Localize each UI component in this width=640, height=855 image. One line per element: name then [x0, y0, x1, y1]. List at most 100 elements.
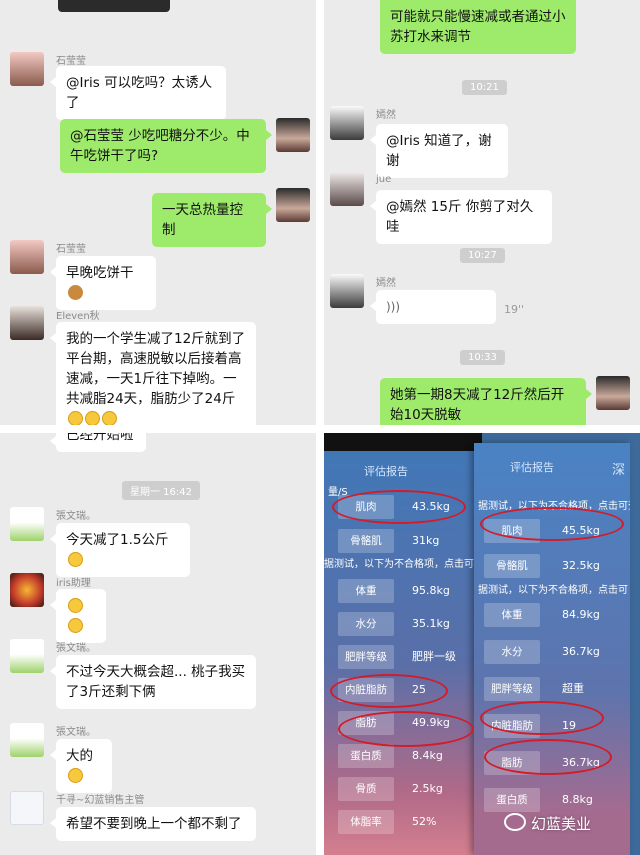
avatar[interactable] [330, 172, 364, 206]
status-bar [324, 433, 482, 451]
laughing-emoji-icon [68, 411, 83, 425]
avatar[interactable] [10, 240, 44, 274]
watermark-text: 幻蓝美业 [531, 815, 592, 833]
metric-label: 骨骼肌 [338, 529, 394, 553]
report-note: 据测试，以下为不合格项，点击可 [324, 559, 474, 570]
sender-name: 張文瑞。 [56, 511, 96, 522]
message-bubble[interactable]: 她第一期8天减了12斤然后开始10天脱敏 [380, 378, 592, 425]
report-note: 据测试，以下为不合格项，点击可 [478, 585, 628, 596]
sender-name: 石莹莹 [56, 56, 86, 67]
message-bubble[interactable]: 今天减了1.5公斤 [50, 523, 190, 577]
sender-name: 嫣然 [376, 278, 396, 289]
message-bubble[interactable]: 已经开始啦 [50, 433, 146, 452]
metric-value: 52% [412, 815, 437, 828]
chat-panel-1: 石莹莹 @Iris 可以吃吗？太诱人了 @石莹莹 少吃吧糖分不少。中午吃饼干了吗… [0, 0, 316, 425]
message-text: 今天减了1.5公斤 [66, 532, 169, 548]
metric-label: 体重 [484, 603, 540, 627]
wechat-icon [504, 813, 526, 831]
message-bubble[interactable]: @石莹莹 少吃吧糖分不少。中午吃饼干了吗? [60, 119, 272, 173]
metric-label: 水分 [484, 640, 540, 664]
message-text: 我的一个学生减了12斤就到了平台期，高速脱敏以后接着高速减，一天1斤往下掉哟。一… [66, 331, 246, 407]
avatar[interactable] [276, 188, 310, 222]
avatar[interactable] [10, 507, 44, 541]
message-bubble[interactable]: @Iris 知道了，谢谢 [370, 124, 508, 178]
metric-value: 8.4kg [412, 749, 443, 762]
metric-label: 骨骼肌 [484, 554, 540, 578]
chat-panel-2: 可能就只能慢速减或者通过小苏打水来调节 10:21 嫣然 @Iris 知道了，谢… [324, 0, 640, 425]
crying-laughing-emoji-icon [68, 768, 83, 783]
message-bubble[interactable]: 不过今天大概会超... 桃子我买了3斤还剩下俩 [50, 655, 256, 709]
metric-value: 35.1kg [412, 617, 450, 630]
avatar[interactable] [10, 52, 44, 86]
message-bubble[interactable]: 可能就只能慢速减或者通过小苏打水来调节 [380, 0, 576, 54]
timestamp: 10:21 [462, 80, 507, 95]
metric-value: 84.9kg [562, 608, 600, 621]
message-bubble[interactable]: 一天总热量控制 [152, 193, 272, 247]
metric-value: 32.5kg [562, 559, 600, 572]
report-title-tail: 深 [612, 463, 626, 478]
avatar[interactable] [10, 723, 44, 757]
sender-name: 嫣然 [376, 110, 396, 121]
avatar[interactable] [276, 118, 310, 152]
message-bubble[interactable]: 早晚吃饼干 [50, 256, 156, 310]
avatar[interactable] [10, 639, 44, 673]
metric-label: 肥胖等级 [484, 677, 540, 701]
metric-label: 蛋白质 [484, 788, 540, 812]
avatar[interactable] [330, 106, 364, 140]
avatar[interactable] [596, 376, 630, 410]
avatar[interactable] [10, 306, 44, 340]
image-fragment [58, 0, 170, 12]
chat-panel-3: 已经开始啦 星期一 16:42 張文瑞。 今天减了1.5公斤 iris助理 張文… [0, 433, 316, 855]
report-screenshot-after: 评估报告 深 据测试，以下为不合格项，点击可查 据测试，以下为不合格项，点击可 … [474, 443, 630, 855]
sender-name: 千寻~幻蓝销售主管 [56, 795, 145, 806]
annotation-circle [480, 701, 604, 735]
report-title: 评估报告 [510, 461, 554, 474]
laughing-emoji-icon [68, 618, 83, 633]
timestamp: 10:33 [460, 350, 505, 365]
annotation-circle [332, 490, 466, 524]
timestamp: 10:27 [460, 248, 505, 263]
watermark: 幻蓝美业 [504, 813, 591, 834]
metric-value: 31kg [412, 534, 440, 547]
metric-value: 36.7kg [562, 645, 600, 658]
metric-label: 体脂率 [338, 810, 394, 834]
message-text: 大的 [66, 748, 93, 764]
avatar[interactable] [10, 573, 44, 607]
sender-name: iris助理 [56, 578, 91, 589]
message-bubble[interactable]: 希望不要到晚上一个都不剩了 [50, 807, 256, 841]
timestamp: 星期一 16:42 [122, 481, 200, 500]
message-bubble[interactable]: @Iris 可以吃吗？太诱人了 [50, 66, 226, 120]
avatar[interactable] [330, 274, 364, 308]
metric-value: 8.8kg [562, 793, 593, 806]
annotation-circle [480, 507, 624, 541]
laughing-emoji-icon [68, 598, 83, 613]
metric-value: 超重 [562, 682, 584, 695]
sender-name: jue [376, 174, 392, 185]
message-bubble[interactable]: 大的 [50, 739, 112, 793]
message-bubble[interactable] [50, 589, 106, 643]
metric-label: 骨质 [338, 777, 394, 801]
voice-message-bubble[interactable]: ))) [370, 290, 496, 324]
avatar[interactable] [10, 791, 44, 825]
message-bubble[interactable]: @嫣然 15斤 你剪了对久哇 [370, 190, 552, 244]
cookie-emoji-icon [68, 285, 83, 300]
message-text: 早晚吃饼干 [66, 265, 134, 281]
metric-label: 蛋白质 [338, 744, 394, 768]
crying-laughing-emoji-icon [68, 552, 83, 567]
message-bubble[interactable]: 我的一个学生减了12斤就到了平台期，高速脱敏以后接着高速减，一天1斤往下掉哟。一… [50, 322, 256, 425]
laughing-emoji-icon [102, 411, 117, 425]
report-panel: 评估报告 量/S 据测试，以下为不合格项，点击可 肌肉 43.5kg 骨骼肌 31kg… [324, 433, 640, 855]
metric-label: 体重 [338, 579, 394, 603]
sender-name: 張文瑞。 [56, 643, 96, 654]
annotation-circle [338, 711, 474, 747]
report-title: 评估报告 [364, 465, 408, 478]
sender-name: 張文瑞。 [56, 727, 96, 738]
annotation-circle [484, 739, 612, 775]
metric-value: 2.5kg [412, 782, 443, 795]
sender-name: Eleven秋 [56, 311, 100, 322]
metric-value: 95.8kg [412, 584, 450, 597]
sender-name: 石莹莹 [56, 244, 86, 255]
voice-duration: 19'' [504, 303, 525, 316]
voice-wave-icon: ))) [386, 300, 401, 314]
metric-label: 水分 [338, 612, 394, 636]
